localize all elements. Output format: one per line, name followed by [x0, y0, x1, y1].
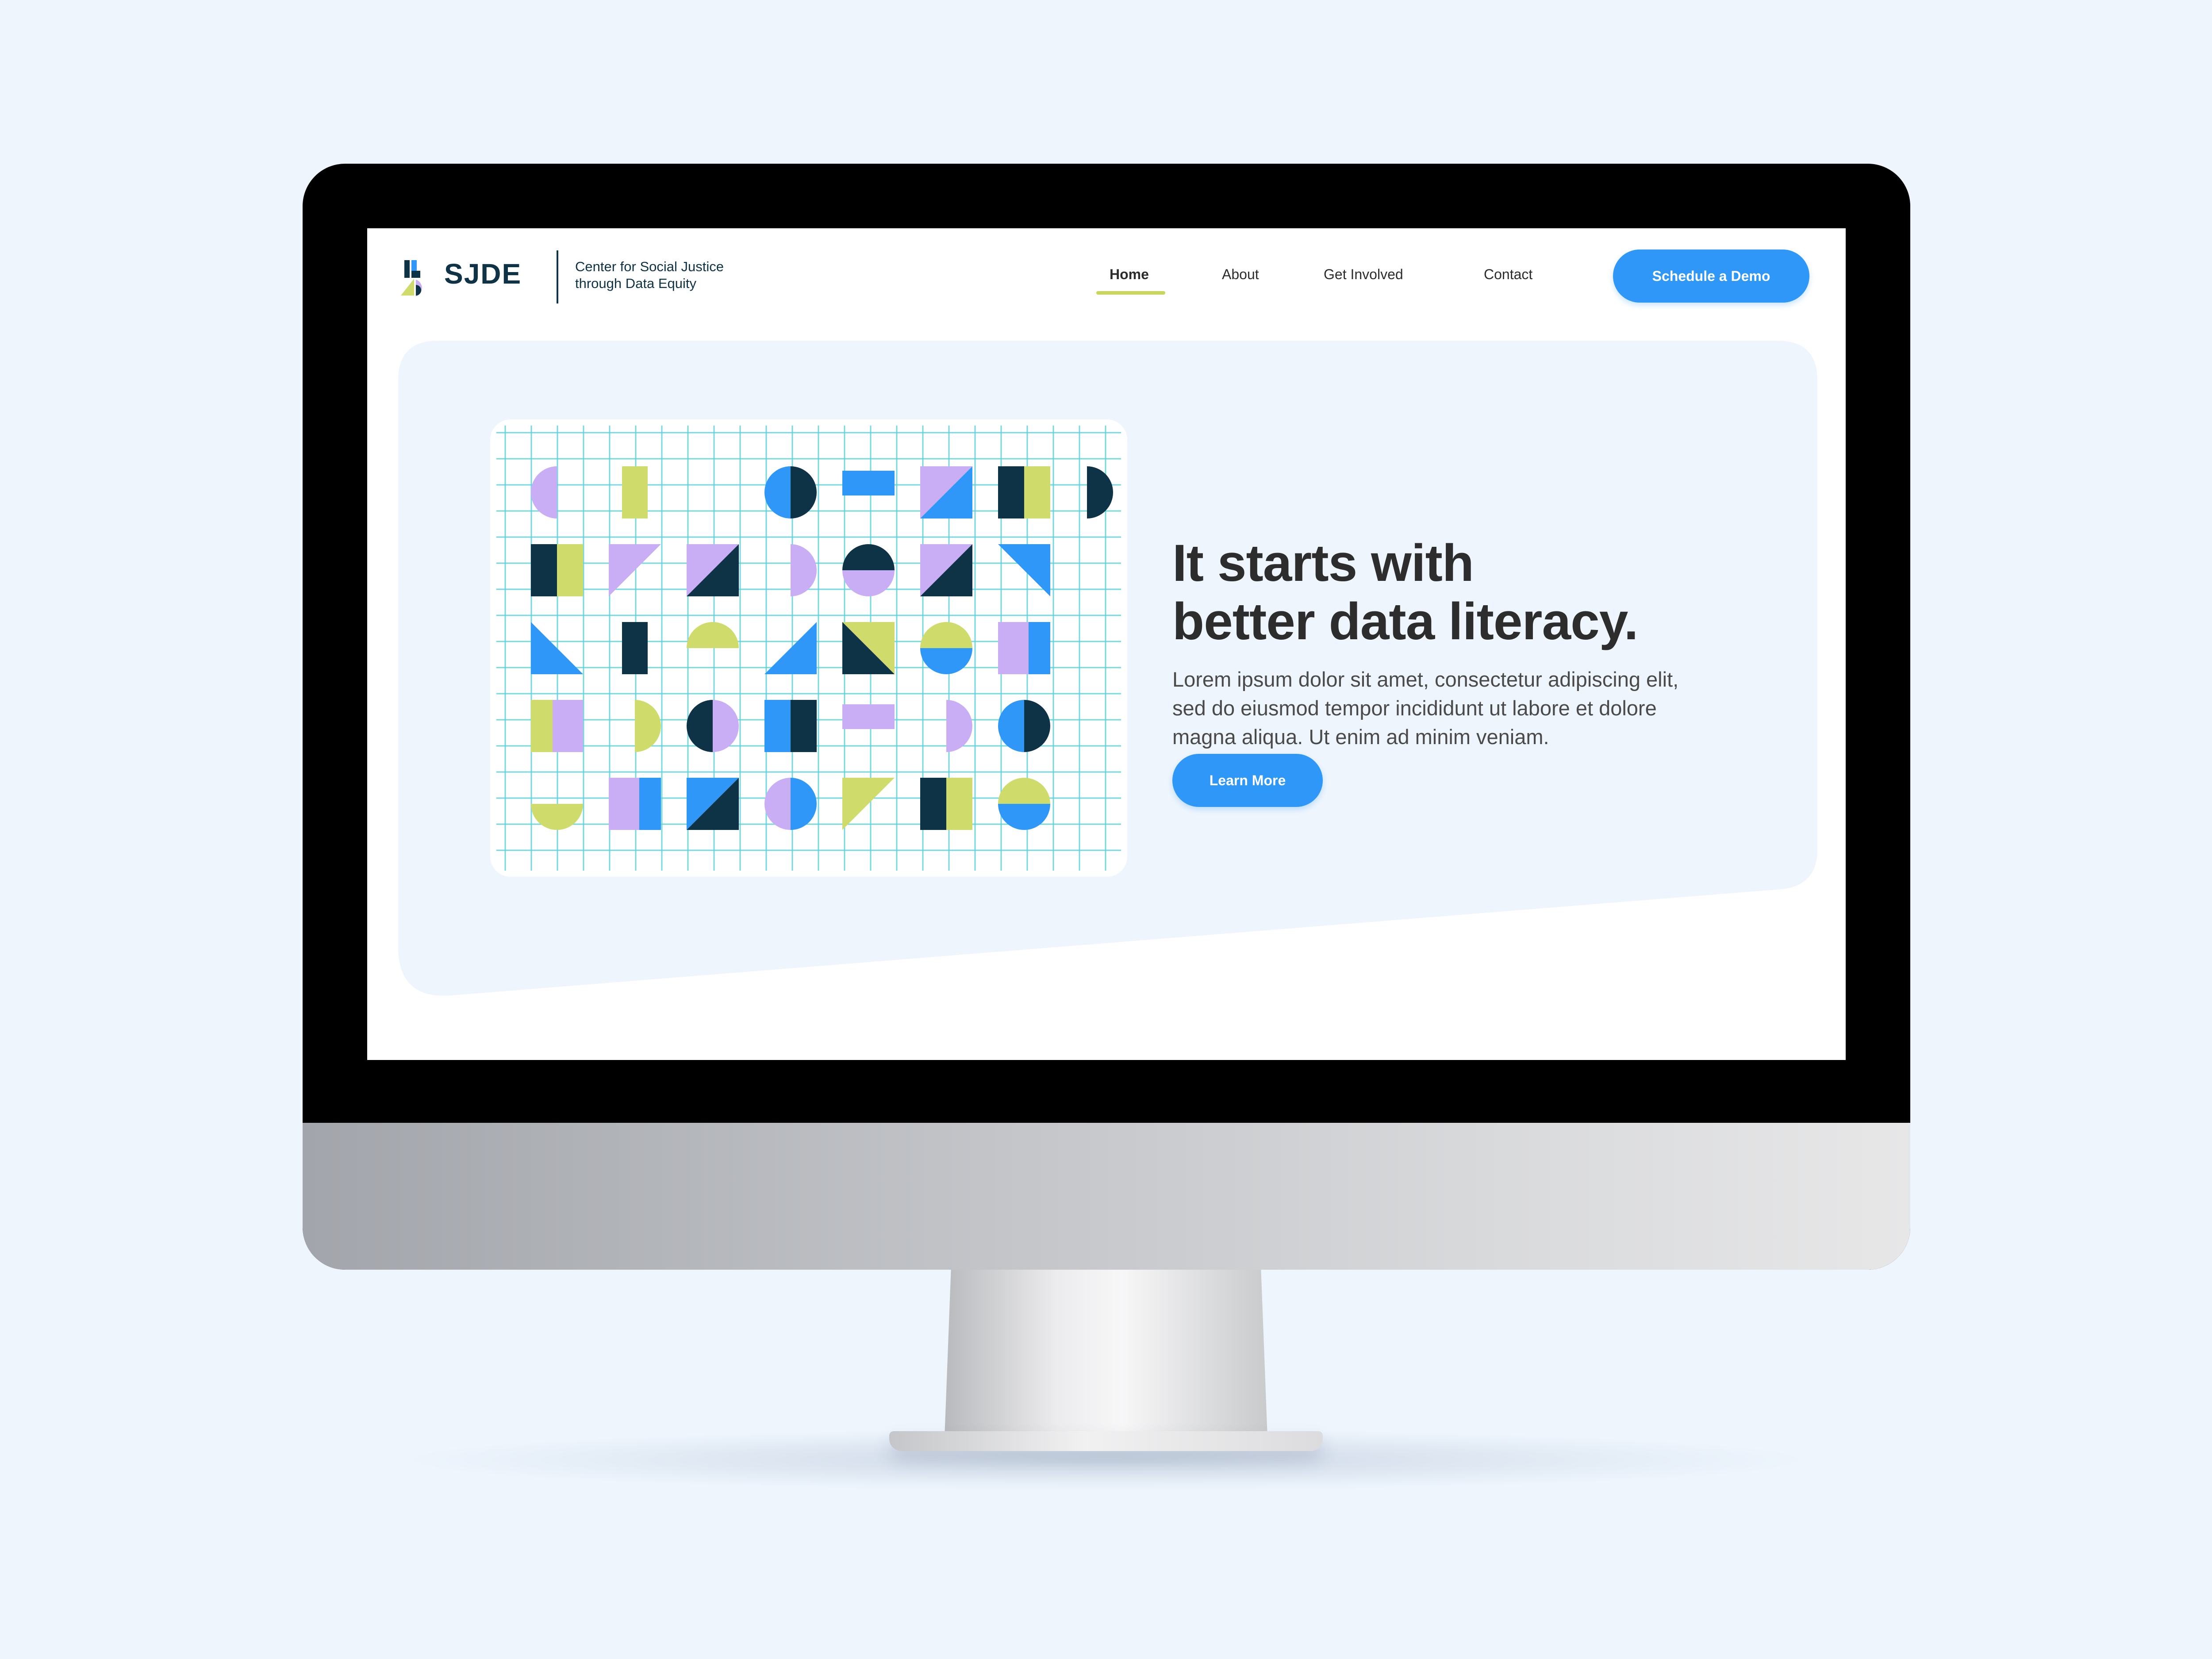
pattern-tile: [842, 778, 895, 830]
sjde-logo-icon[interactable]: [401, 259, 434, 296]
nav-home[interactable]: Home: [1110, 266, 1149, 283]
site-header: SJDE Center for Social Justice through D…: [367, 228, 1846, 339]
pattern-tile: [842, 570, 895, 596]
pattern-tile: [557, 544, 583, 596]
hero-title: It starts with better data literacy.: [1172, 534, 1792, 651]
logo-tagline: Center for Social Justice through Data E…: [575, 258, 805, 292]
geometric-illustration: [490, 419, 1127, 877]
pattern-tile: [609, 778, 639, 830]
logo-divider: [557, 250, 558, 303]
hero-body-line-2: sed do eiusmod tempor incididunt ut labo…: [1172, 696, 1657, 720]
nav-about[interactable]: About: [1222, 266, 1259, 283]
pattern-tile: [998, 466, 1024, 518]
website-screen: SJDE Center for Social Justice through D…: [367, 228, 1846, 1060]
monitor-stand-neck: [945, 1270, 1267, 1438]
pattern-tile: [622, 622, 648, 674]
learn-more-button[interactable]: Learn More: [1172, 754, 1323, 807]
tagline-line-2: through Data Equity: [575, 276, 697, 291]
pattern-tile: [1029, 622, 1050, 674]
pattern-tile: [842, 544, 895, 570]
mockup-stage: SJDE Center for Social Justice through D…: [0, 0, 2212, 1659]
pattern-tile: [764, 778, 791, 830]
pattern-tile: [622, 466, 648, 518]
pattern-tile: [998, 700, 1024, 752]
pattern-tile: [920, 622, 972, 648]
tagline-line-1: Center for Social Justice: [575, 259, 724, 274]
pattern-tile: [998, 622, 1029, 674]
pattern-tile: [764, 700, 791, 752]
pattern-tile: [1024, 700, 1050, 752]
monitor-frame: SJDE Center for Social Justice through D…: [303, 164, 1910, 1270]
pattern-tile: [553, 700, 583, 752]
hero-description: Lorem ipsum dolor sit amet, consectetur …: [1172, 665, 1783, 751]
logo-wordmark[interactable]: SJDE: [444, 257, 522, 290]
monitor-chin: [303, 1123, 1910, 1270]
nav-active-indicator: [1096, 291, 1165, 295]
pattern-tile: [842, 471, 895, 495]
pattern-tile: [920, 778, 946, 830]
pattern-tile: [1024, 466, 1050, 518]
pattern-tile: [946, 778, 972, 830]
pattern-tile: [791, 778, 817, 830]
pattern-tile: [609, 544, 661, 596]
pattern-tile: [998, 804, 1050, 830]
geometric-pattern-svg: [496, 426, 1121, 871]
pattern-tile: [713, 700, 739, 752]
pattern-tile: [791, 700, 817, 752]
hero-title-line-2: better data literacy.: [1172, 592, 1638, 651]
nav-contact[interactable]: Contact: [1484, 266, 1532, 283]
pattern-tile: [639, 778, 661, 830]
pattern-tile: [531, 804, 583, 830]
pattern-tile: [635, 700, 661, 752]
hero-body-line-1: Lorem ipsum dolor sit amet, consectetur …: [1172, 668, 1679, 691]
pattern-tile: [687, 622, 739, 648]
pattern-tile: [842, 704, 895, 729]
pattern-tile: [920, 648, 972, 674]
nav-get-involved[interactable]: Get Involved: [1324, 266, 1403, 283]
schedule-demo-button[interactable]: Schedule a Demo: [1613, 250, 1809, 303]
pattern-tile: [764, 622, 817, 674]
hero-body-line-3: magna aliqua. Ut enim ad minim veniam.: [1172, 725, 1549, 749]
hero-title-line-1: It starts with: [1172, 534, 1474, 593]
pattern-tile: [998, 544, 1050, 596]
pattern-tile: [998, 778, 1050, 804]
pattern-tile: [791, 544, 817, 596]
pattern-tile: [531, 544, 557, 596]
pattern-tile: [531, 700, 553, 752]
monitor-stand-foot: [889, 1431, 1323, 1451]
pattern-tile: [946, 700, 972, 752]
pattern-tile: [687, 700, 713, 752]
